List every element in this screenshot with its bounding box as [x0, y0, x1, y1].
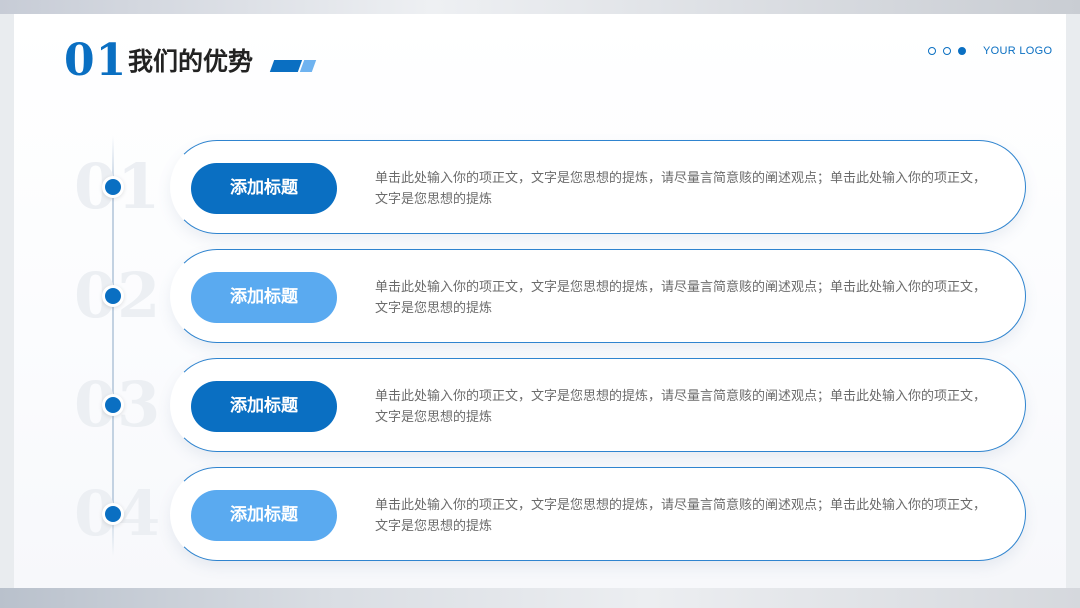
timeline-dot	[105, 288, 121, 304]
item-title-pill[interactable]: 添加标题	[191, 163, 337, 214]
item-card[interactable]: 添加标题 单击此处输入你的项正文，文字是您思想的提炼，请尽量言简意赅的阐述观点；…	[170, 140, 1026, 234]
title-decoration	[269, 60, 317, 72]
timeline-dot	[105, 179, 121, 195]
timeline-dot	[105, 506, 121, 522]
item-description: 单击此处输入你的项正文，文字是您思想的提炼，请尽量言简意赅的阐述观点；单击此处输…	[375, 171, 987, 207]
item-card[interactable]: 添加标题 单击此处输入你的项正文，文字是您思想的提炼，请尽量言简意赅的阐述观点；…	[170, 467, 1026, 561]
bottom-background-strip	[0, 588, 1080, 608]
indicator-dot-3	[958, 47, 966, 55]
item-title-pill[interactable]: 添加标题	[191, 272, 337, 323]
logo-text: YOUR LOGO	[983, 45, 1053, 57]
indicator-dot-2	[943, 47, 951, 55]
item-description: 单击此处输入你的项正文，文字是您思想的提炼，请尽量言简意赅的阐述观点；单击此处输…	[375, 280, 987, 316]
item-description: 单击此处输入你的项正文，文字是您思想的提炼，请尽量言简意赅的阐述观点；单击此处输…	[375, 389, 987, 425]
title-decoration-accent	[299, 60, 317, 72]
item-description: 单击此处输入你的项正文，文字是您思想的提炼，请尽量言简意赅的阐述观点；单击此处输…	[375, 498, 987, 534]
top-background-strip	[0, 0, 1080, 14]
title-decoration-bar	[269, 60, 303, 72]
section-title: 我们的优势	[128, 47, 254, 76]
item-card[interactable]: 添加标题 单击此处输入你的项正文，文字是您思想的提炼，请尽量言简意赅的阐述观点；…	[170, 249, 1026, 343]
timeline-dot	[105, 397, 121, 413]
item-title-pill[interactable]: 添加标题	[191, 381, 337, 432]
item-card[interactable]: 添加标题 单击此处输入你的项正文，文字是您思想的提炼，请尽量言简意赅的阐述观点；…	[170, 358, 1026, 452]
indicator-dot-1	[928, 47, 936, 55]
section-number: 01	[64, 35, 128, 86]
item-title-pill[interactable]: 添加标题	[191, 490, 337, 541]
